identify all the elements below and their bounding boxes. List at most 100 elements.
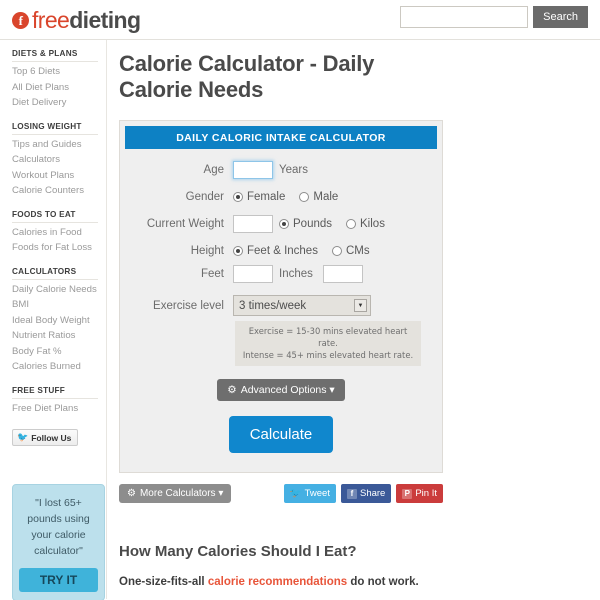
- exercise-level-select[interactable]: 3 times/week ▼: [233, 295, 371, 316]
- article-text-before: One-size-fits-all: [119, 576, 208, 588]
- weight-unit-kilos[interactable]: Kilos: [346, 218, 385, 230]
- sidebar-item-tips-and-guides[interactable]: Tips and Guides: [12, 137, 98, 153]
- sidebar-item-calories-burned[interactable]: Calories Burned: [12, 359, 98, 375]
- age-label: Age: [203, 164, 224, 176]
- calorie-recommendations-link[interactable]: calorie recommendations: [208, 576, 347, 588]
- more-calculators-button[interactable]: ⚙ More Calculators ▾: [119, 484, 232, 503]
- follow-us-button[interactable]: 🐦 Follow Us: [12, 429, 79, 446]
- sidebar-item-nutrient-ratios[interactable]: Nutrient Ratios: [12, 328, 98, 344]
- gender-female-label: Female: [247, 191, 286, 203]
- age-input[interactable]: [233, 161, 273, 179]
- weight-unit-pounds[interactable]: Pounds: [279, 218, 332, 230]
- advanced-options-button[interactable]: ⚙ Advanced Options ▾: [217, 379, 345, 401]
- exercise-row: Exercise level 3 times/week ▼: [125, 295, 437, 316]
- try-it-button[interactable]: TRY IT: [19, 568, 98, 592]
- gender-male-label: Male: [313, 191, 339, 203]
- sidebar-item-daily-calorie-needs[interactable]: Daily Calorie Needs: [12, 282, 98, 298]
- site-header: f free dieting Search: [0, 0, 600, 40]
- gender-option-female[interactable]: Female: [233, 191, 285, 203]
- nav-title: FREE STUFF: [12, 386, 98, 399]
- search-button[interactable]: Search: [533, 6, 588, 28]
- search-input[interactable]: [400, 6, 529, 28]
- page-body: DIETS & PLANS Top 6 Diets All Diet Plans…: [0, 40, 600, 600]
- more-calculators-label: More Calculators ▾: [139, 488, 224, 499]
- weight-input[interactable]: [233, 215, 273, 233]
- twitter-bird-icon: 🐦: [17, 432, 29, 442]
- logo-text-free: free: [32, 7, 70, 33]
- sidebar-item-calories-in-food[interactable]: Calories in Food: [12, 225, 98, 241]
- sidebar-item-calorie-counters[interactable]: Calorie Counters: [12, 183, 98, 199]
- social-share-group: 🐦 Tweet f Share P Pin It: [283, 484, 443, 503]
- inches-label: Inches: [279, 268, 313, 280]
- radio-icon[interactable]: [331, 246, 342, 256]
- twitter-bird-icon: 🐦: [289, 488, 302, 499]
- gender-label: Gender: [185, 191, 224, 203]
- radio-icon[interactable]: [233, 192, 243, 202]
- testimonial-quote: "I lost 65+ pounds using your calorie ca…: [27, 497, 90, 557]
- chevron-down-icon[interactable]: ▼: [354, 299, 367, 312]
- radio-icon[interactable]: [299, 192, 310, 202]
- testimonial-card: "I lost 65+ pounds using your calorie ca…: [12, 484, 105, 600]
- radio-icon[interactable]: [346, 219, 357, 229]
- nav-section-calculators: CALCULATORS Daily Calorie Needs BMI Idea…: [12, 267, 98, 375]
- weight-row: Current Weight Pounds Kilos: [125, 215, 437, 233]
- sidebar: DIETS & PLANS Top 6 Diets All Diet Plans…: [0, 40, 107, 600]
- exercise-level-label: Exercise level: [153, 299, 224, 312]
- height-unit-cms[interactable]: CMs: [331, 245, 370, 257]
- calculate-button[interactable]: Calculate: [228, 416, 334, 453]
- pin-it-label: Pin It: [415, 488, 437, 499]
- age-row: Age Years: [125, 161, 437, 179]
- follow-us-label: Follow Us: [31, 432, 72, 443]
- feet-input[interactable]: [233, 265, 273, 283]
- sidebar-item-free-diet-plans[interactable]: Free Diet Plans: [12, 401, 98, 417]
- sidebar-item-all-diet-plans[interactable]: All Diet Plans: [12, 80, 98, 96]
- age-unit-label: Years: [279, 164, 308, 176]
- sidebar-item-workout-plans[interactable]: Workout Plans: [12, 168, 98, 184]
- weight-pounds-label: Pounds: [293, 218, 333, 230]
- nav-section-losing-weight: LOSING WEIGHT Tips and Guides Calculator…: [12, 122, 98, 199]
- pinterest-pin-button[interactable]: P Pin It: [396, 484, 443, 503]
- weight-label: Current Weight: [146, 218, 224, 230]
- nav-section-foods-to-eat: FOODS TO EAT Calories in Food Foods for …: [12, 210, 98, 256]
- sidebar-item-body-fat-percent[interactable]: Body Fat %: [12, 344, 98, 360]
- nav-title: DIETS & PLANS: [12, 49, 98, 62]
- helper-line-2: Intense = 45+ mins elevated heart rate.: [242, 350, 414, 360]
- sidebar-item-bmi[interactable]: BMI: [12, 297, 98, 313]
- calculate-wrap: Calculate: [125, 416, 437, 453]
- height-cms-label: CMs: [345, 245, 370, 257]
- radio-icon[interactable]: [279, 219, 289, 229]
- logo-badge-icon: f: [12, 12, 29, 29]
- sidebar-item-foods-for-fat-loss[interactable]: Foods for Fat Loss: [12, 240, 98, 256]
- advanced-options-wrap: ⚙ Advanced Options ▾: [125, 379, 437, 401]
- height-feet-inches-label: Feet & Inches: [247, 245, 318, 257]
- gear-icon: ⚙: [227, 384, 237, 396]
- nav-title: FOODS TO EAT: [12, 210, 98, 223]
- sidebar-item-top-6-diets[interactable]: Top 6 Diets: [12, 64, 98, 80]
- radio-icon[interactable]: [233, 246, 243, 256]
- height-row: Height Feet & Inches CMs: [125, 245, 437, 257]
- sidebar-item-calculators[interactable]: Calculators: [12, 152, 98, 168]
- inches-input[interactable]: [322, 265, 363, 283]
- tweet-button[interactable]: 🐦 Tweet: [283, 484, 336, 503]
- sidebar-item-ideal-body-weight[interactable]: Ideal Body Weight: [12, 313, 98, 329]
- pinterest-icon: P: [402, 488, 413, 499]
- height-label: Height: [190, 245, 224, 257]
- nav-title: LOSING WEIGHT: [12, 122, 98, 135]
- page-title: Calorie Calculator - Daily Calorie Needs: [119, 51, 375, 102]
- gear-icon: ⚙: [127, 488, 136, 499]
- article-section: How Many Calories Should I Eat? One-size…: [119, 543, 589, 600]
- sidebar-item-diet-delivery[interactable]: Diet Delivery: [12, 95, 98, 111]
- calculator-form: Age Years Gender Female Male Current Wei…: [125, 149, 437, 467]
- gender-option-male[interactable]: Male: [299, 191, 338, 203]
- article-paragraph-1: One-size-fits-all calorie recommendation…: [119, 574, 589, 591]
- logo-text-dieting: dieting: [69, 7, 141, 33]
- feet-label: Feet: [200, 268, 224, 280]
- exercise-level-value: 3 times/week: [239, 299, 307, 312]
- search-form: Search: [400, 6, 588, 28]
- site-logo[interactable]: f free dieting: [12, 7, 141, 34]
- action-bar: ⚙ More Calculators ▾ 🐦 Tweet f Share P P…: [119, 484, 443, 503]
- weight-kilos-label: Kilos: [360, 218, 385, 230]
- height-unit-feet-inches[interactable]: Feet & Inches: [233, 245, 318, 257]
- main-content: Calorie Calculator - Daily Calorie Needs…: [107, 40, 600, 599]
- facebook-share-button[interactable]: f Share: [340, 484, 392, 503]
